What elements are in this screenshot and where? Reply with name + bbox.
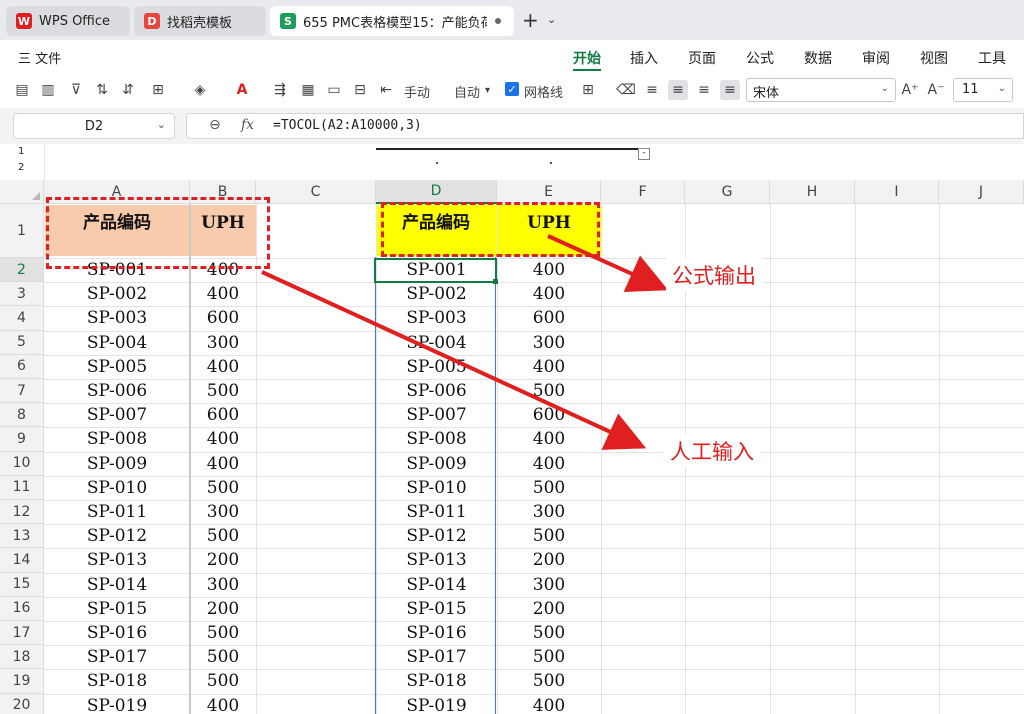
tab-spreadsheet-active[interactable]: S 655 PMC表格模型15：产能负荷计 [270,6,514,36]
border-icon[interactable]: ⊞ [148,80,168,100]
chevron-down-icon: ⌄ [880,83,889,94]
zoom-out-icon[interactable]: ⊖ [209,117,221,133]
cell-reference: D2 [84,119,104,134]
toolbar: ▤ ▥ ⊽ ⇅ ⇵ ⊞ ◈ A ⇶ ▦ ▭ ⊟ ⇤ 手动 自动 ▾ ✓ 网格线 … [0,74,1024,108]
align-left-icon[interactable]: ≡ [642,80,662,100]
tab-docer-templates[interactable]: D 找稻壳模板 [134,6,266,36]
paste-icon[interactable]: ▤ [12,80,32,100]
menu-insert[interactable]: 插入 [630,48,658,68]
menu-formula[interactable]: 公式 [746,48,774,68]
annotation-formula-output: 公式输出 [666,258,762,292]
font-size-value: 11 [962,82,979,97]
outline-level-1-button[interactable]: 1 [18,146,24,157]
fill-color-icon[interactable]: ◈ [190,80,210,100]
tab-label: WPS Office [39,13,111,29]
annotation-arrows [261,234,669,450]
file-menu[interactable]: 三 文件 [18,48,61,67]
formula-text: =TOCOL(A2:A10000,3) [273,118,422,133]
menu-home[interactable]: 开始 [573,48,601,68]
formula-bar: D2 ⌄ ⊖ fx =TOCOL(A2:A10000,3) [0,108,1024,144]
menu-view[interactable]: 视图 [920,48,948,68]
outline-strip: 1 2 - [0,144,1024,180]
new-tab-button[interactable]: + [522,8,539,32]
chevron-down-icon: ⌄ [156,118,166,131]
font-name-value: 宋体 [753,86,780,101]
calc-manual-button[interactable]: 手动 [404,82,430,101]
outline-dot [550,162,552,164]
fx-icon[interactable]: fx [241,117,254,133]
sort-desc-icon[interactable]: ⇵ [118,80,138,100]
menu-tools[interactable]: 工具 [978,48,1006,68]
gridlines-checkbox[interactable]: ✓ [505,82,519,96]
collapse-group-button[interactable]: - [638,148,650,160]
gridlines-label: 网格线 [524,86,564,101]
formula-input[interactable]: ⊖ fx =TOCOL(A2:A10000,3) [186,113,1024,139]
align-justify-icon[interactable]: ≡ [720,80,740,100]
filter-icon[interactable]: ⊽ [66,80,86,100]
clear-format-icon[interactable]: ⌫ [616,80,636,100]
font-color-icon[interactable]: A [232,80,252,100]
outline-group-bar [376,148,638,150]
menu-bar: 三 文件 开始 插入 页面 公式 数据 审阅 视图 工具 [0,40,1024,74]
spreadsheet-s-icon: S [280,13,296,29]
table-style-icon[interactable]: ⊞ [578,80,598,100]
tab-wps-office[interactable]: W WPS Office [6,6,130,36]
chevron-down-icon[interactable]: ⌄ [547,13,556,26]
arrow-to-manual-input [261,270,647,450]
calc-auto-button[interactable]: 自动 [454,82,480,101]
align-center-icon[interactable]: ≡ [668,80,688,100]
outline-level-2-button[interactable]: 2 [18,162,24,173]
merge-icon[interactable]: ⊟ [350,80,370,100]
tab-label: 655 PMC表格模型15：产能负荷计 [303,15,487,31]
active-menu-underline [573,69,601,71]
annotation-manual-input: 人工输入 [664,434,760,468]
decrease-font-icon[interactable]: A⁻ [926,80,946,100]
tab-label: 找稻壳模板 [167,15,233,31]
unsaved-dot-icon [495,18,501,24]
menu-data[interactable]: 数据 [804,48,832,68]
docer-icon: D [144,13,160,29]
sort-asc-icon[interactable]: ⇅ [92,80,112,100]
chevron-down-icon: ⌄ [997,83,1006,94]
wps-logo-icon: W [16,13,32,29]
outline-divider [44,144,45,180]
tab-bar: W WPS Office D 找稻壳模板 S 655 PMC表格模型15：产能负… [0,0,1024,40]
arrow-to-formula-output [547,234,669,293]
font-size-select[interactable]: 11 ⌄ [953,78,1013,102]
align-right-icon[interactable]: ≡ [694,80,714,100]
outline-dot [436,162,438,164]
comment-icon[interactable]: ▭ [324,80,344,100]
chevron-down-icon[interactable]: ▾ [485,85,490,96]
column-icon[interactable]: ▦ [298,80,318,100]
spreadsheet-grid[interactable]: ABCDEFGHIJ 1 2 3 4 5 6 7 8 9 10 11 12 13 14 15 16 17 18 19… [0,180,1024,714]
name-box[interactable]: D2 ⌄ [13,113,175,139]
menu-page[interactable]: 页面 [688,48,716,68]
wrap-text-icon[interactable]: ⇶ [270,80,290,100]
font-name-select[interactable]: 宋体 ⌄ [746,78,896,102]
format-painter-icon[interactable]: ▥ [38,80,58,100]
increase-font-icon[interactable]: A⁺ [900,80,920,100]
exit-icon[interactable]: ⇤ [376,80,396,100]
menu-review[interactable]: 审阅 [862,48,890,68]
